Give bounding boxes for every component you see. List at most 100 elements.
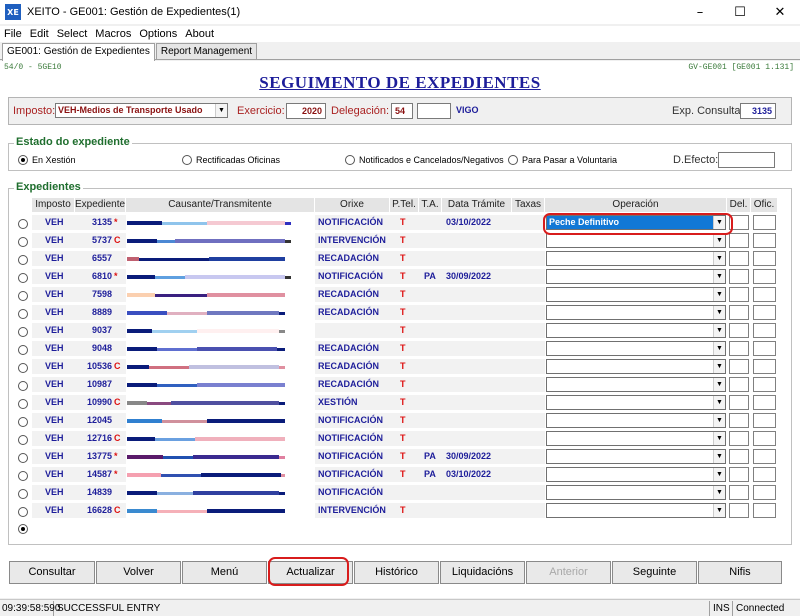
- table-row[interactable]: VEH 12045 NOTIFICACIÓN T ▼: [0, 411, 800, 429]
- operacion-select[interactable]: ▼: [546, 305, 726, 320]
- estado-radio-rectificadas[interactable]: [182, 155, 192, 165]
- defecto-field[interactable]: [718, 152, 775, 168]
- chevron-down-icon[interactable]: ▼: [713, 468, 725, 481]
- delegacion-extra-field[interactable]: [417, 103, 451, 119]
- chevron-down-icon[interactable]: ▼: [713, 450, 725, 463]
- row-select-radio[interactable]: [18, 435, 28, 445]
- ofic-field[interactable]: [753, 323, 776, 338]
- ofic-field[interactable]: [753, 467, 776, 482]
- table-row[interactable]: VEH 14839 NOTIFICACIÓN ▼: [0, 483, 800, 501]
- chevron-down-icon[interactable]: ▼: [713, 432, 725, 445]
- tab-report-management[interactable]: Report Management: [155, 43, 258, 59]
- row-select-radio[interactable]: [18, 471, 28, 481]
- row-select-radio[interactable]: [18, 381, 28, 391]
- close-button[interactable]: ✕: [760, 0, 800, 24]
- anterior-button[interactable]: Anterior: [526, 561, 611, 584]
- chevron-down-icon[interactable]: ▼: [215, 104, 227, 117]
- chevron-down-icon[interactable]: ▼: [713, 360, 725, 373]
- ofic-field[interactable]: [753, 395, 776, 410]
- table-row[interactable]: VEH 12716 C NOTIFICACIÓN T ▼: [0, 429, 800, 447]
- ofic-field[interactable]: [753, 287, 776, 302]
- consultar-button[interactable]: Consultar: [9, 561, 95, 584]
- historico-button[interactable]: Histórico: [354, 561, 439, 584]
- chevron-down-icon[interactable]: ▼: [713, 504, 725, 517]
- delegacion-code-field[interactable]: 54: [391, 103, 413, 119]
- operacion-select[interactable]: ▼: [546, 431, 726, 446]
- chevron-down-icon[interactable]: ▼: [713, 414, 725, 427]
- chevron-down-icon[interactable]: ▼: [713, 378, 725, 391]
- del-field[interactable]: [729, 323, 749, 338]
- liquidacions-button[interactable]: Liquidacións: [440, 561, 525, 584]
- table-row[interactable]: VEH 9048 RECADACIÓN T ▼: [0, 339, 800, 357]
- row-select-radio[interactable]: [18, 255, 28, 265]
- menu-options[interactable]: Options: [135, 26, 181, 42]
- table-row[interactable]: VEH 6557 RECADACIÓN T ▼: [0, 249, 800, 267]
- operacion-select[interactable]: ▼: [546, 413, 726, 428]
- new-row-radio[interactable]: [18, 524, 28, 534]
- nifis-button[interactable]: Nifis: [698, 561, 782, 584]
- ofic-field[interactable]: [753, 251, 776, 266]
- menu-button[interactable]: Menú: [182, 561, 267, 584]
- chevron-down-icon[interactable]: ▼: [713, 396, 725, 409]
- row-select-radio[interactable]: [18, 399, 28, 409]
- chevron-down-icon[interactable]: ▼: [713, 234, 725, 247]
- operacion-select[interactable]: ▼: [546, 341, 726, 356]
- del-field[interactable]: [729, 413, 749, 428]
- del-field[interactable]: [729, 449, 749, 464]
- operacion-select[interactable]: ▼: [546, 359, 726, 374]
- exercicio-field[interactable]: 2020: [286, 103, 326, 119]
- table-row[interactable]: VEH 10987 RECADACIÓN T ▼: [0, 375, 800, 393]
- chevron-down-icon[interactable]: ▼: [713, 324, 725, 337]
- seguinte-button[interactable]: Seguinte: [612, 561, 697, 584]
- ofic-field[interactable]: [753, 305, 776, 320]
- menu-edit[interactable]: Edit: [26, 26, 53, 42]
- table-row[interactable]: VEH 10536 C RECADACIÓN T ▼: [0, 357, 800, 375]
- ofic-field[interactable]: [753, 431, 776, 446]
- estado-radio-voluntaria[interactable]: [508, 155, 518, 165]
- ofic-field[interactable]: [753, 413, 776, 428]
- chevron-down-icon[interactable]: ▼: [713, 270, 725, 283]
- operacion-select[interactable]: ▼: [546, 449, 726, 464]
- ofic-field[interactable]: [753, 269, 776, 284]
- row-select-radio[interactable]: [18, 237, 28, 247]
- chevron-down-icon[interactable]: ▼: [713, 252, 725, 265]
- row-select-radio[interactable]: [18, 219, 28, 229]
- row-select-radio[interactable]: [18, 417, 28, 427]
- operacion-select[interactable]: ▼: [546, 251, 726, 266]
- operacion-select[interactable]: ▼: [546, 395, 726, 410]
- row-select-radio[interactable]: [18, 363, 28, 373]
- estado-radio-en-xestion[interactable]: [18, 155, 28, 165]
- operacion-select[interactable]: ▼: [546, 467, 726, 482]
- exp-consulta-field[interactable]: 3135: [740, 103, 776, 119]
- table-row[interactable]: VEH 7598 RECADACIÓN T ▼: [0, 285, 800, 303]
- row-select-radio[interactable]: [18, 507, 28, 517]
- table-row[interactable]: VEH 10990 C XESTIÓN T ▼: [0, 393, 800, 411]
- chevron-down-icon[interactable]: ▼: [713, 342, 725, 355]
- operacion-select[interactable]: ▼: [546, 377, 726, 392]
- del-field[interactable]: [729, 233, 749, 248]
- operacion-select[interactable]: ▼: [546, 503, 726, 518]
- maximize-button[interactable]: ☐: [720, 0, 760, 24]
- del-field[interactable]: [729, 287, 749, 302]
- del-field[interactable]: [729, 395, 749, 410]
- table-row[interactable]: VEH 14587 * NOTIFICACIÓN T PA 03/10/2022 ▼: [0, 465, 800, 483]
- row-select-radio[interactable]: [18, 345, 28, 355]
- tab-gestion-expedientes[interactable]: GE001: Gestión de Expedientes: [2, 43, 155, 61]
- operacion-select[interactable]: ▼: [546, 323, 726, 338]
- row-select-radio[interactable]: [18, 453, 28, 463]
- estado-radio-notificados[interactable]: [345, 155, 355, 165]
- volver-button[interactable]: Volver: [96, 561, 181, 584]
- row-select-radio[interactable]: [18, 309, 28, 319]
- del-field[interactable]: [729, 377, 749, 392]
- chevron-down-icon[interactable]: ▼: [713, 486, 725, 499]
- menu-macros[interactable]: Macros: [91, 26, 135, 42]
- chevron-down-icon[interactable]: ▼: [713, 306, 725, 319]
- del-field[interactable]: [729, 269, 749, 284]
- row-select-radio[interactable]: [18, 273, 28, 283]
- ofic-field[interactable]: [753, 449, 776, 464]
- operacion-select[interactable]: ▼: [546, 269, 726, 284]
- row-select-radio[interactable]: [18, 291, 28, 301]
- ofic-field[interactable]: [753, 341, 776, 356]
- del-field[interactable]: [729, 305, 749, 320]
- menu-about[interactable]: About: [181, 26, 218, 42]
